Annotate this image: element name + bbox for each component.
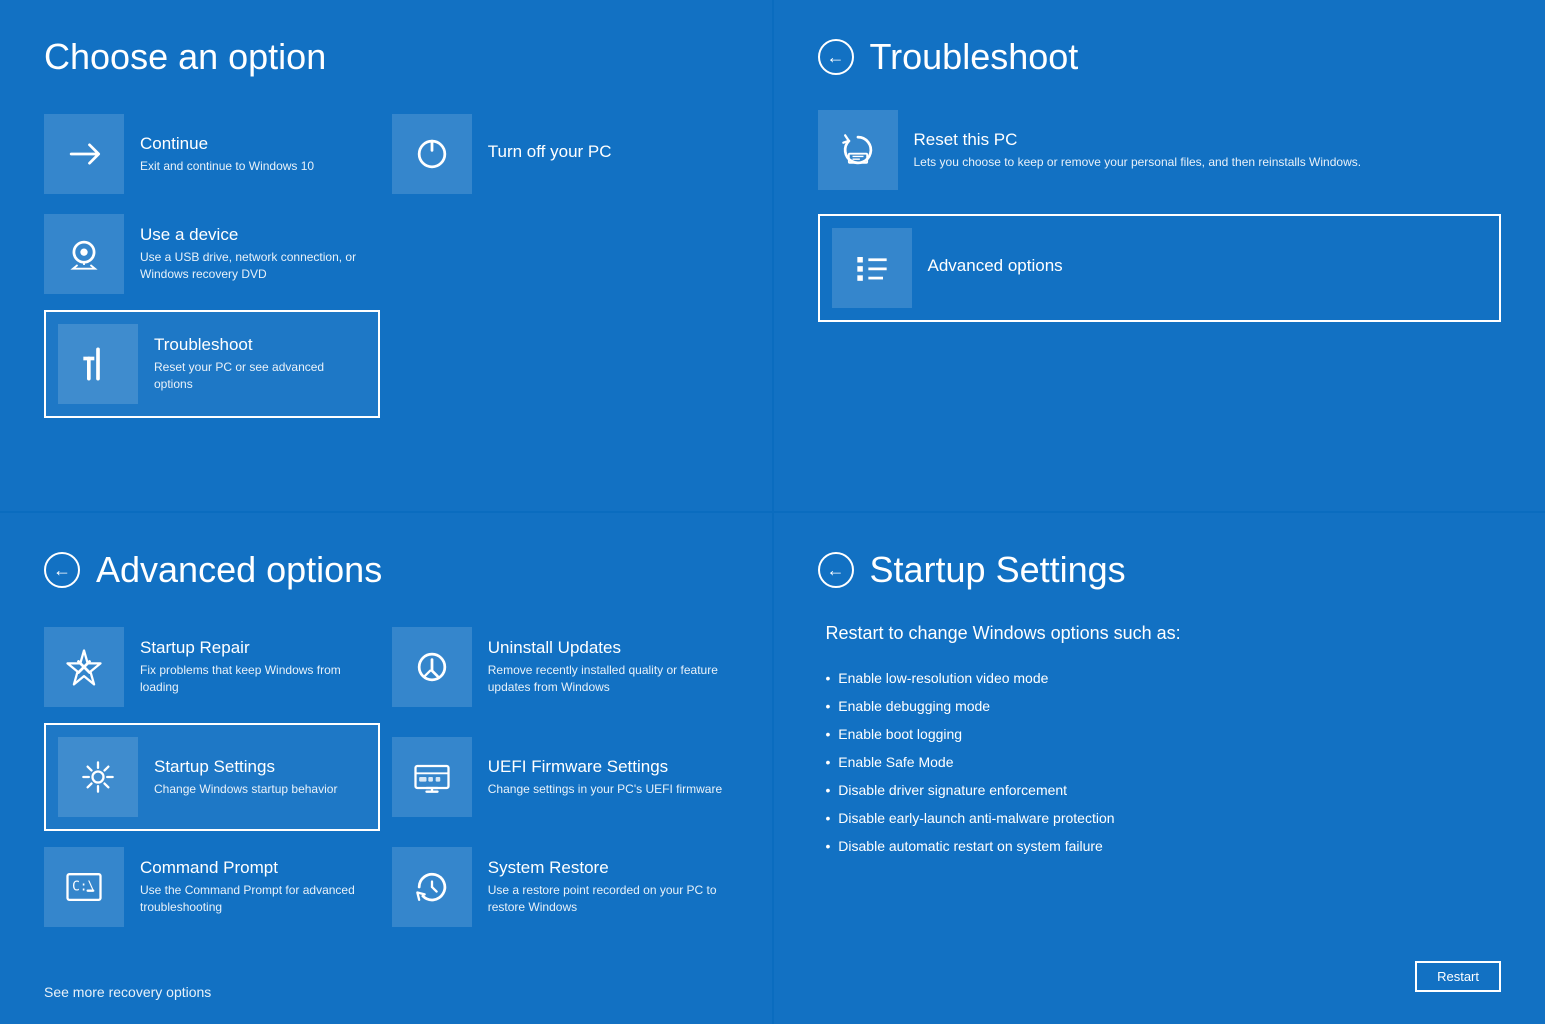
advanced-title-text: Advanced options <box>96 549 382 591</box>
continue-option[interactable]: Continue Exit and continue to Windows 10 <box>44 110 380 198</box>
uninstall-desc: Remove recently installed quality or fea… <box>488 662 728 696</box>
reset-pc-option[interactable]: Reset this PC Lets you choose to keep or… <box>818 110 1502 190</box>
startup-list-item: Enable boot logging <box>826 720 1502 748</box>
choose-title: Choose an option <box>44 36 728 78</box>
startup-settings-title: ← Startup Settings <box>818 549 1502 591</box>
reset-pc-desc: Lets you choose to keep or remove your p… <box>914 154 1362 171</box>
system-restore-label: System Restore <box>488 858 728 878</box>
startup-settings-desc: Change Windows startup behavior <box>154 781 337 798</box>
arrow-icon <box>44 114 124 194</box>
startup-list-item: Disable driver signature enforcement <box>826 776 1502 804</box>
uefi-label: UEFI Firmware Settings <box>488 757 722 777</box>
startup-subtitle: Restart to change Windows options such a… <box>826 623 1502 644</box>
restart-button[interactable]: Restart <box>1415 961 1501 992</box>
use-device-option[interactable]: Use a device Use a USB drive, network co… <box>44 210 380 298</box>
system-restore-option[interactable]: System Restore Use a restore point recor… <box>392 843 728 931</box>
restore-icon <box>392 847 472 927</box>
advanced-title: ← Advanced options <box>44 549 728 591</box>
uefi-desc: Change settings in your PC's UEFI firmwa… <box>488 781 722 798</box>
startup-settings-label: Startup Settings <box>154 757 337 777</box>
use-device-label: Use a device <box>140 225 380 245</box>
back-icon-startup[interactable]: ← <box>818 552 854 588</box>
startup-list-item: Disable early-launch anti-malware protec… <box>826 804 1502 832</box>
startup-repair-desc: Fix problems that keep Windows from load… <box>140 662 380 696</box>
uninstall-icon <box>392 627 472 707</box>
choose-option-panel: Choose an option Continue Exit and conti… <box>0 0 772 511</box>
back-icon[interactable]: ← <box>818 39 854 75</box>
startup-list-item: Disable automatic restart on system fail… <box>826 832 1502 860</box>
see-more-recovery[interactable]: See more recovery options <box>44 984 211 1000</box>
startup-settings-title-text: Startup Settings <box>870 549 1126 591</box>
turnoff-option[interactable]: Turn off your PC <box>392 110 728 198</box>
uefi-icon <box>392 737 472 817</box>
system-restore-desc: Use a restore point recorded on your PC … <box>488 882 728 916</box>
choose-title-text: Choose an option <box>44 36 326 78</box>
troubleshoot-title-text: Troubleshoot <box>870 36 1079 78</box>
continue-desc: Exit and continue to Windows 10 <box>140 158 314 175</box>
troubleshoot-option-label: Troubleshoot <box>154 335 366 355</box>
power-icon <box>392 114 472 194</box>
reset-pc-label: Reset this PC <box>914 130 1362 150</box>
advanced-grid: Startup Repair Fix problems that keep Wi… <box>44 623 728 931</box>
startup-settings-option[interactable]: Startup Settings Change Windows startup … <box>44 723 380 831</box>
back-icon-adv[interactable]: ← <box>44 552 80 588</box>
startup-content: Restart to change Windows options such a… <box>818 623 1502 860</box>
startup-repair-option[interactable]: Startup Repair Fix problems that keep Wi… <box>44 623 380 711</box>
cmd-label: Command Prompt <box>140 858 380 878</box>
advanced-options-label: Advanced options <box>928 256 1063 276</box>
cmd-desc: Use the Command Prompt for advanced trou… <box>140 882 380 916</box>
advanced-options-option[interactable]: Advanced options <box>818 214 1502 322</box>
troubleshoot-option[interactable]: Troubleshoot Reset your PC or see advanc… <box>44 310 380 418</box>
reset-icon <box>818 110 898 190</box>
startup-repair-label: Startup Repair <box>140 638 380 658</box>
checklist-icon <box>832 228 912 308</box>
device-icon <box>44 214 124 294</box>
troubleshoot-title: ← Troubleshoot <box>818 36 1502 78</box>
cmd-icon: C:\ <box>44 847 124 927</box>
startup-settings-panel: ← Startup Settings Restart to change Win… <box>774 513 1545 1024</box>
startup-list: Enable low-resolution video mode Enable … <box>826 664 1502 860</box>
gear-cog-icon <box>58 737 138 817</box>
troubleshoot-panel: ← Troubleshoot Reset this PC Lets you ch… <box>774 0 1545 511</box>
repair-icon <box>44 627 124 707</box>
uefi-option[interactable]: UEFI Firmware Settings Change settings i… <box>392 723 728 831</box>
advanced-options-panel: ← Advanced options Startup Repair Fix pr… <box>0 513 772 1024</box>
troubleshoot-options: Reset this PC Lets you choose to keep or… <box>818 110 1502 334</box>
uninstall-updates-option[interactable]: Uninstall Updates Remove recently instal… <box>392 623 728 711</box>
turnoff-label: Turn off your PC <box>488 142 612 162</box>
uninstall-label: Uninstall Updates <box>488 638 728 658</box>
startup-list-item: Enable low-resolution video mode <box>826 664 1502 692</box>
cmd-option[interactable]: C:\ Command Prompt Use the Command Promp… <box>44 843 380 931</box>
startup-list-item: Enable debugging mode <box>826 692 1502 720</box>
use-device-desc: Use a USB drive, network connection, or … <box>140 249 380 283</box>
svg-text:C:\: C:\ <box>72 880 95 895</box>
troubleshoot-option-desc: Reset your PC or see advanced options <box>154 359 366 393</box>
continue-label: Continue <box>140 134 314 154</box>
tools-icon <box>58 324 138 404</box>
startup-list-item: Enable Safe Mode <box>826 748 1502 776</box>
